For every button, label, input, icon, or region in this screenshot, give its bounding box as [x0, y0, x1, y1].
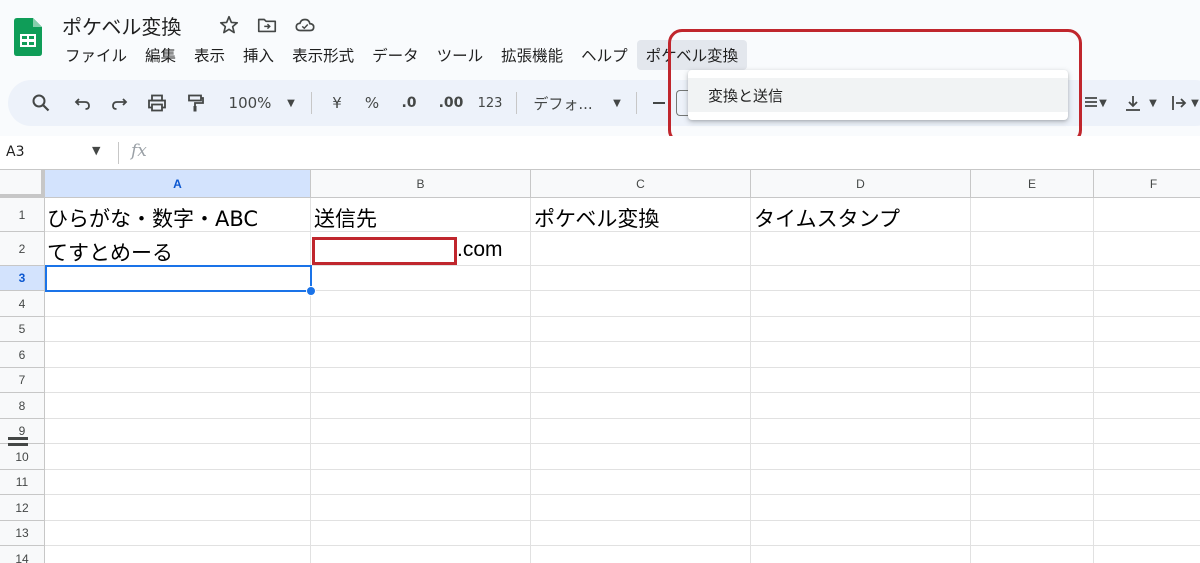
row-header-7[interactable]: 7 [0, 368, 45, 393]
currency-label: ¥ [332, 94, 342, 112]
row-header-1[interactable]: 1 [0, 198, 45, 232]
row-header-10[interactable]: 10 [0, 444, 45, 470]
menu-file[interactable]: ファイル [56, 40, 136, 70]
row-header-9[interactable]: 9 [0, 419, 45, 444]
row-header-8[interactable]: 8 [0, 393, 45, 419]
menu-tools[interactable]: ツール [428, 40, 493, 70]
chevron-down-icon[interactable]: ▼ [92, 144, 100, 157]
grid-line [750, 198, 751, 563]
align-bottom-icon[interactable] [1120, 80, 1146, 126]
number-format-button[interactable]: 123 [474, 80, 506, 126]
column-header-d[interactable]: D [751, 170, 971, 198]
row-header-6[interactable]: 6 [0, 342, 45, 368]
menu-extensions[interactable]: 拡張機能 [492, 40, 572, 70]
formula-bar: A3 ▼ fx [0, 136, 1200, 170]
cell-a2[interactable]: てすとめーる [47, 237, 173, 267]
increase-decimal-button[interactable]: .00 [436, 80, 466, 126]
grid-line [45, 341, 1200, 342]
chevron-down-icon[interactable]: ▼ [284, 80, 298, 126]
row-header-12[interactable]: 12 [0, 495, 45, 521]
freeze-handle[interactable] [8, 443, 28, 446]
grid-line [970, 198, 971, 563]
annotation-highlight-box [668, 29, 1082, 144]
toolbar-divider [516, 92, 517, 114]
menu-bar: ファイル 編集 表示 挿入 表示形式 データ ツール 拡張機能 ヘルプ ポケベル… [56, 40, 748, 70]
cell-b1[interactable]: 送信先 [314, 203, 377, 233]
freeze-handle[interactable] [8, 437, 28, 440]
grid-line [45, 494, 1200, 495]
row-header-4[interactable]: 4 [0, 291, 45, 317]
move-folder-icon[interactable] [256, 14, 278, 36]
column-header-b[interactable]: B [311, 170, 531, 198]
grid-line [45, 367, 1200, 368]
chevron-down-icon[interactable]: ▼ [610, 80, 624, 126]
select-all-corner[interactable] [0, 170, 45, 198]
currency-button[interactable]: ¥ [326, 80, 348, 126]
grid-line [310, 198, 311, 563]
sheets-logo-icon[interactable] [14, 18, 42, 56]
column-header-a[interactable]: A [45, 170, 311, 198]
row-header-13[interactable]: 13 [0, 521, 45, 546]
zoom-value: 100% [228, 94, 272, 112]
fill-handle[interactable] [306, 286, 316, 296]
percent-button[interactable]: % [360, 80, 384, 126]
redacted-region [312, 237, 457, 265]
document-title[interactable]: ポケベル変換 [62, 11, 181, 40]
fx-icon: fx [131, 141, 147, 161]
search-icon[interactable] [26, 80, 56, 126]
grid-line [45, 316, 1200, 317]
redo-icon[interactable] [104, 80, 134, 126]
spreadsheet-grid: A B C D E F 1 2 3 4 5 6 7 8 9 10 11 12 1… [0, 170, 1200, 563]
cloud-icon[interactable] [294, 14, 316, 36]
column-header-e[interactable]: E [971, 170, 1094, 198]
paint-format-icon[interactable] [180, 80, 210, 126]
row-header-11[interactable]: 11 [0, 470, 45, 495]
grid-line [1093, 198, 1094, 563]
column-header-c[interactable]: C [531, 170, 751, 198]
grid-line [45, 443, 1200, 444]
decrease-decimal-label: .0 [401, 95, 417, 111]
cell-b2[interactable]: .com [457, 238, 503, 262]
column-header-f[interactable]: F [1094, 170, 1200, 198]
menu-data[interactable]: データ [363, 40, 428, 70]
grid-line [45, 545, 1200, 546]
grid-line [45, 418, 1200, 419]
star-icon[interactable] [218, 14, 240, 36]
toolbar-divider [311, 92, 312, 114]
grid-line [45, 392, 1200, 393]
chevron-down-icon[interactable]: ▼ [1188, 80, 1200, 126]
font-label: デフォ... [533, 94, 593, 113]
row-header-14[interactable]: 14 [0, 546, 45, 563]
grid-line [45, 520, 1200, 521]
row-header-3[interactable]: 3 [0, 266, 45, 291]
row-header-5[interactable]: 5 [0, 317, 45, 342]
increase-decimal-label: .00 [438, 95, 464, 111]
toolbar-divider [636, 92, 637, 114]
menu-help[interactable]: ヘルプ [572, 40, 637, 70]
percent-label: % [364, 94, 380, 112]
decrease-decimal-button[interactable]: .0 [396, 80, 422, 126]
print-icon[interactable] [142, 80, 172, 126]
undo-icon[interactable] [68, 80, 98, 126]
selected-cell-a3[interactable] [45, 265, 312, 292]
formula-bar-divider [118, 142, 119, 164]
zoom-select[interactable]: 100% [220, 80, 280, 126]
cell-d1[interactable]: タイムスタンプ [754, 203, 900, 233]
cell-a1[interactable]: ひらがな・数字・ABC [47, 203, 258, 233]
name-box[interactable]: A3 [6, 144, 24, 160]
cell-c1[interactable]: ポケベル変換 [534, 203, 659, 233]
decrease-font-size-icon[interactable] [650, 80, 668, 126]
grid-line [45, 469, 1200, 470]
grid-line [530, 198, 531, 563]
menu-insert[interactable]: 挿入 [234, 40, 283, 70]
menu-format[interactable]: 表示形式 [283, 40, 363, 70]
font-select[interactable]: デフォ... [528, 80, 598, 126]
row-header-2[interactable]: 2 [0, 232, 45, 266]
chevron-down-icon[interactable]: ▼ [1146, 80, 1160, 126]
menu-edit[interactable]: 編集 [136, 40, 185, 70]
chevron-down-icon[interactable]: ▼ [1096, 80, 1110, 126]
menu-view[interactable]: 表示 [185, 40, 234, 70]
number-format-label: 123 [477, 95, 503, 111]
